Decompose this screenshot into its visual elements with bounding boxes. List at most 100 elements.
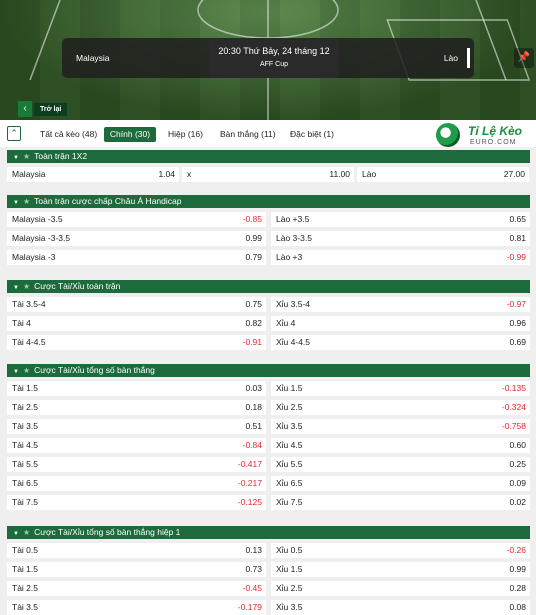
odds-cell[interactable]: Xỉu 4 0.96 [271, 316, 530, 331]
odds-cell[interactable]: Xỉu 4.5 0.60 [271, 438, 530, 453]
back-label: Trở lại [34, 102, 68, 116]
odds-cell[interactable]: Tài 2.5 -0.45 [7, 581, 266, 596]
odds-value: 0.96 [509, 318, 526, 328]
tab-special[interactable]: Đặc biệt (1) [290, 127, 334, 142]
odds-cell[interactable]: Xỉu 4-4.5 0.69 [271, 335, 530, 350]
odds-label: Xỉu 5.5 [276, 459, 303, 469]
caret-down-icon: ▼ [13, 369, 19, 375]
odds-label: Xỉu 4-4.5 [276, 337, 311, 347]
odds-cell[interactable]: Tài 6.5 -0.217 [7, 476, 266, 491]
odds-cell[interactable]: Tài 5.5 -0.417 [7, 457, 266, 472]
odds-cell[interactable]: Tài 4.5 -0.84 [7, 438, 266, 453]
tab-half[interactable]: Hiệp (16) [168, 127, 203, 142]
odds-value: -0.85 [242, 214, 262, 224]
odds-value: -0.84 [242, 440, 262, 450]
odds-label: Xỉu 3.5-4 [276, 299, 311, 309]
away-team-name: Lào [443, 53, 458, 63]
odds-cell[interactable]: Xỉu 3.5-4 -0.97 [271, 297, 530, 312]
odds-cell[interactable]: Xỉu 0.5 -0.26 [271, 543, 530, 558]
odds-cell[interactable]: Lào +3.5 0.65 [271, 212, 530, 227]
odds-row: Tài 4-4.5 -0.91 Xỉu 4-4.5 0.69 [7, 335, 530, 350]
odds-label: Lào +3.5 [276, 214, 310, 224]
odds-cell[interactable]: Xỉu 2.5 0.28 [271, 581, 530, 596]
odds-label: Xỉu 3.5 [276, 421, 303, 431]
odds-cell[interactable]: Xỉu 1.5 -0.135 [271, 381, 530, 396]
odds-value: 0.99 [509, 564, 526, 574]
odds-label: Lào [362, 169, 377, 179]
odds-label: x [187, 169, 192, 179]
odds-cell[interactable]: Tài 3.5 0.51 [7, 419, 266, 434]
section-title: Toàn trận cược chấp Châu Á Handicap [34, 196, 182, 206]
odds-value: -0.45 [242, 583, 262, 593]
odds-value: 0.79 [245, 252, 262, 262]
odds-cell[interactable]: Tài 1.5 0.73 [7, 562, 266, 577]
section-header[interactable]: ▼ ★ Toàn trận cược chấp Châu Á Handicap [7, 195, 530, 208]
odds-label: Tài 1.5 [12, 564, 38, 574]
odds-value: 0.08 [509, 602, 526, 612]
odds-label: Tài 4.5 [12, 440, 38, 450]
odds-cell[interactable]: Xỉu 2.5 -0.324 [271, 400, 530, 415]
odds-cell[interactable]: Tài 4-4.5 -0.91 [7, 335, 266, 350]
star-icon[interactable]: ★ [23, 197, 30, 206]
section-header[interactable]: ▼ ★ Cược Tài/Xỉu toàn trận [7, 280, 530, 293]
odds-cell[interactable]: Xỉu 7.5 0.02 [271, 495, 530, 510]
section-header[interactable]: ▼ ★ Cược Tài/Xỉu tổng số bàn thắng [7, 364, 530, 377]
section-title: Cược Tài/Xỉu tổng số bàn thắng hiệp 1 [34, 527, 181, 537]
odds-cell[interactable]: Tài 7.5 -0.125 [7, 495, 266, 510]
odds-value: 0.09 [509, 478, 526, 488]
odds-cell[interactable]: Malaysia -3.5 -0.85 [7, 212, 266, 227]
back-button[interactable]: ‹ Trở lại [18, 101, 68, 117]
odds-value: 0.81 [509, 233, 526, 243]
star-icon[interactable]: ★ [23, 528, 30, 537]
odds-row: Tài 7.5 -0.125 Xỉu 7.5 0.02 [7, 495, 530, 510]
odds-cell[interactable]: Lào 3-3.5 0.81 [271, 231, 530, 246]
odds-cell[interactable]: Malaysia -3-3.5 0.99 [7, 231, 266, 246]
market-section-handicap: ▼ ★ Toàn trận cược chấp Châu Á Handicap Ma… [7, 195, 530, 265]
odds-cell[interactable]: Xỉu 6.5 0.09 [271, 476, 530, 491]
odds-cell[interactable]: Tài 3.5-4 0.75 [7, 297, 266, 312]
odds-cell[interactable]: Lào +3 -0.99 [271, 250, 530, 265]
tab-goals[interactable]: Bàn thắng (11) [220, 127, 276, 142]
odds-cell[interactable]: Malaysia 1.04 [7, 167, 179, 182]
odds-cell[interactable]: Xỉu 3.5 -0.758 [271, 419, 530, 434]
odds-cell[interactable]: Tài 1.5 0.03 [7, 381, 266, 396]
odds-row: Tài 3.5 -0.179 Xỉu 3.5 0.08 [7, 600, 530, 615]
section-title: Toàn trận 1X2 [34, 151, 88, 161]
caret-down-icon: ▼ [13, 200, 19, 206]
odds-value: -0.97 [506, 299, 526, 309]
section-header[interactable]: ▼ ★ Cược Tài/Xỉu tổng số bàn thắng hiệp 1 [7, 526, 530, 539]
odds-cell[interactable]: Tài 0.5 0.13 [7, 543, 266, 558]
odds-cell[interactable]: Malaysia -3 0.79 [7, 250, 266, 265]
star-icon[interactable]: ★ [23, 282, 30, 291]
odds-value: 0.51 [245, 421, 262, 431]
odds-cell[interactable]: Lào 27.00 [357, 167, 529, 182]
odds-row: Tài 2.5 0.18 Xỉu 2.5 -0.324 [7, 400, 530, 415]
odds-row: Tài 4.5 -0.84 Xỉu 4.5 0.60 [7, 438, 530, 453]
star-icon[interactable]: ★ [23, 152, 30, 161]
odds-label: Tài 1.5 [12, 383, 38, 393]
odds-row: Tài 1.5 0.03 Xỉu 1.5 -0.135 [7, 381, 530, 396]
odds-label: Xỉu 0.5 [276, 545, 303, 555]
odds-cell[interactable]: Xỉu 5.5 0.25 [271, 457, 530, 472]
odds-cell[interactable]: Tài 3.5 -0.179 [7, 600, 266, 615]
odds-row: Malaysia -3-3.5 0.99 Lào 3-3.5 0.81 [7, 231, 530, 246]
pin-icon[interactable]: 📌 [514, 48, 534, 68]
odds-cell[interactable]: Tài 2.5 0.18 [7, 400, 266, 415]
tab-main[interactable]: Chính (30) [104, 127, 156, 142]
market-section-first-half-goals: ▼ ★ Cược Tài/Xỉu tổng số bàn thắng hiệp 1 … [7, 526, 530, 615]
odds-label: Xỉu 1.5 [276, 564, 303, 574]
odds-cell[interactable]: Tài 4 0.82 [7, 316, 266, 331]
odds-cell[interactable]: Xỉu 3.5 0.08 [271, 600, 530, 615]
tab-all[interactable]: Tất cả kèo (48) [40, 127, 97, 142]
section-title: Cược Tài/Xỉu toàn trận [34, 281, 121, 291]
odds-label: Tài 5.5 [12, 459, 38, 469]
odds-cell[interactable]: x 11.00 [182, 167, 354, 182]
odds-label: Xỉu 1.5 [276, 383, 303, 393]
odds-label: Tài 3.5-4 [12, 299, 46, 309]
odds-value: -0.324 [501, 402, 526, 412]
star-icon[interactable]: ★ [23, 366, 30, 375]
section-header[interactable]: ▼ ★ Toàn trận 1X2 [7, 150, 530, 163]
collapse-all-icon[interactable]: ⌃ [7, 126, 21, 141]
odds-cell[interactable]: Xỉu 1.5 0.99 [271, 562, 530, 577]
match-info-box: Malaysia 20:30 Thứ Bảy, 24 tháng 12 AFF … [62, 38, 474, 78]
